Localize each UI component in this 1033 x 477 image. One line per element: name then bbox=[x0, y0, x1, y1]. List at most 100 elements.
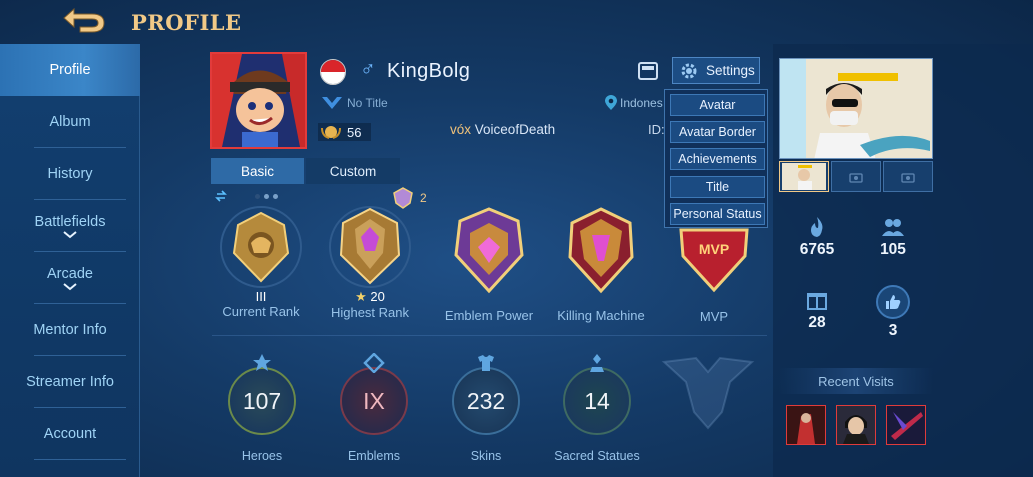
level-value: 56 bbox=[347, 124, 362, 140]
badge-mvp[interactable]: MVP MVP bbox=[654, 226, 774, 324]
location: Indones bbox=[605, 95, 663, 110]
camera-icon bbox=[901, 172, 915, 183]
sidebar-item-history[interactable]: History bbox=[0, 148, 140, 200]
highest-rank-extra-value: 2 bbox=[420, 191, 427, 205]
gear-icon bbox=[681, 63, 697, 78]
top-bar: PROFILE bbox=[0, 0, 1033, 44]
heroes-label: Heroes bbox=[241, 449, 283, 463]
menu-item-personal-status[interactable]: Personal Status bbox=[670, 203, 765, 225]
level-laurel-icon bbox=[321, 126, 341, 139]
killing-machine-label: Killing Machine bbox=[557, 308, 645, 323]
sidebar-item-label: Arcade bbox=[47, 265, 93, 282]
tab-custom[interactable]: Custom bbox=[306, 158, 400, 184]
page-title: PROFILE bbox=[131, 10, 242, 35]
stat-popularity: 6765 bbox=[782, 216, 852, 259]
photo-slot[interactable] bbox=[883, 161, 933, 192]
gifts-value: 28 bbox=[808, 314, 826, 331]
player-id-label: ID: bbox=[648, 122, 665, 137]
highest-rank-stars: 20 bbox=[370, 289, 385, 304]
settings-button[interactable]: Settings bbox=[672, 57, 760, 84]
photo-slot[interactable] bbox=[831, 161, 881, 192]
sidebar-item-battlefields[interactable]: Battlefields bbox=[0, 200, 140, 252]
photo-thumbnail[interactable] bbox=[779, 161, 829, 192]
skins-label: Skins bbox=[470, 449, 502, 463]
profile-card-icon[interactable] bbox=[637, 61, 659, 81]
current-rank-value: III bbox=[255, 289, 267, 304]
sidebar-item-streamer-info[interactable]: Streamer Info bbox=[0, 356, 140, 408]
highest-rank-extra: 2 bbox=[392, 187, 427, 209]
squad-name[interactable]: vóx VoiceofDeath bbox=[450, 122, 555, 137]
followers-value: 105 bbox=[880, 241, 906, 258]
tab-basic[interactable]: Basic bbox=[211, 158, 304, 184]
stat-followers[interactable]: 105 bbox=[858, 216, 928, 259]
player-photo[interactable] bbox=[779, 58, 933, 159]
skins-value: 232 bbox=[452, 367, 520, 435]
thumbs-up-icon bbox=[876, 285, 910, 319]
sidebar-item-label: Profile bbox=[49, 62, 91, 78]
sidebar-item-label: Battlefields bbox=[34, 213, 106, 230]
sidebar-item-album[interactable]: Album bbox=[0, 96, 140, 148]
star-icon: ★ bbox=[355, 289, 367, 304]
sidebar: Profile Album History Battlefields Arcad… bbox=[0, 44, 140, 477]
title-icon bbox=[322, 97, 342, 109]
stat-emblems[interactable]: IX Emblems bbox=[329, 353, 419, 463]
sidebar-item-label: Mentor Info bbox=[33, 322, 107, 338]
sidebar-item-label: History bbox=[47, 166, 93, 182]
badge-emblem-power[interactable]: Emblem Power bbox=[429, 205, 549, 323]
stat-gifts[interactable]: 28 bbox=[782, 287, 852, 332]
player-title-label: No Title bbox=[347, 96, 388, 110]
wings-emblem-icon bbox=[661, 356, 755, 430]
badge-killing-machine[interactable]: Killing Machine bbox=[541, 205, 661, 323]
account-level: 56 bbox=[318, 123, 372, 141]
recent-visitor-avatar[interactable] bbox=[886, 405, 926, 445]
killing-machine-icon bbox=[568, 207, 634, 294]
chevron-down-icon bbox=[63, 282, 77, 290]
sidebar-item-label: Account bbox=[43, 426, 97, 442]
badge-current-rank[interactable]: III Current Rank bbox=[201, 203, 321, 319]
squad-tag: vóx bbox=[450, 122, 472, 137]
indonesia-flag-icon bbox=[320, 59, 346, 85]
avatar-image bbox=[212, 54, 305, 147]
camera-icon bbox=[849, 172, 863, 183]
badge-highest-rank[interactable]: ★ 20 Highest Rank bbox=[310, 203, 430, 320]
settings-label: Settings bbox=[706, 63, 755, 78]
stat-likes[interactable]: 3 bbox=[858, 285, 928, 340]
sidebar-item-label: Album bbox=[49, 114, 91, 130]
mvp-badge-icon: MVP bbox=[679, 228, 749, 293]
menu-item-achievements[interactable]: Achievements bbox=[670, 148, 765, 170]
page-indicator[interactable] bbox=[215, 190, 278, 202]
mythic-badge-icon bbox=[393, 187, 413, 209]
heroes-value: 107 bbox=[228, 367, 296, 435]
popularity-value: 6765 bbox=[799, 241, 835, 258]
sidebar-item-arcade[interactable]: Arcade bbox=[0, 252, 140, 304]
mvp-label: MVP bbox=[699, 309, 729, 324]
recent-visitor-avatar[interactable] bbox=[836, 405, 876, 445]
stat-heroes[interactable]: 107 Heroes bbox=[217, 353, 307, 463]
squad-label: VoiceofDeath bbox=[474, 122, 556, 137]
back-button[interactable] bbox=[60, 6, 110, 36]
player-photo-image bbox=[780, 59, 932, 158]
sidebar-item-account[interactable]: Account bbox=[0, 408, 140, 460]
recent-visitor-image bbox=[837, 406, 875, 444]
highest-rank-value: ★ 20 bbox=[310, 289, 430, 305]
player-title[interactable]: No Title bbox=[321, 95, 388, 111]
sacred-statues-label: Sacred Statues bbox=[554, 449, 640, 463]
flame-icon bbox=[811, 217, 823, 237]
likes-value: 3 bbox=[888, 322, 898, 339]
stat-sacred-statues[interactable]: 14 Sacred Statues bbox=[552, 353, 642, 463]
male-gender-icon: ♂ bbox=[360, 58, 376, 81]
chevron-down-icon bbox=[63, 230, 77, 238]
recent-visitor-image bbox=[787, 406, 825, 444]
emblems-label: Emblems bbox=[347, 449, 401, 463]
username: KingBolg bbox=[387, 60, 471, 82]
stat-skins[interactable]: 232 Skins bbox=[441, 353, 531, 463]
menu-item-title[interactable]: Title bbox=[670, 176, 765, 198]
avatar[interactable] bbox=[210, 52, 307, 149]
sidebar-item-profile[interactable]: Profile bbox=[0, 44, 140, 96]
rank-emblem-icon bbox=[329, 206, 411, 288]
sidebar-item-mentor-info[interactable]: Mentor Info bbox=[0, 304, 140, 356]
menu-item-avatar-border[interactable]: Avatar Border bbox=[670, 121, 765, 143]
recent-visitor-avatar[interactable] bbox=[786, 405, 826, 445]
menu-item-avatar[interactable]: Avatar bbox=[670, 94, 765, 116]
settings-dropdown: Avatar Avatar Border Achievements Title … bbox=[664, 89, 768, 228]
